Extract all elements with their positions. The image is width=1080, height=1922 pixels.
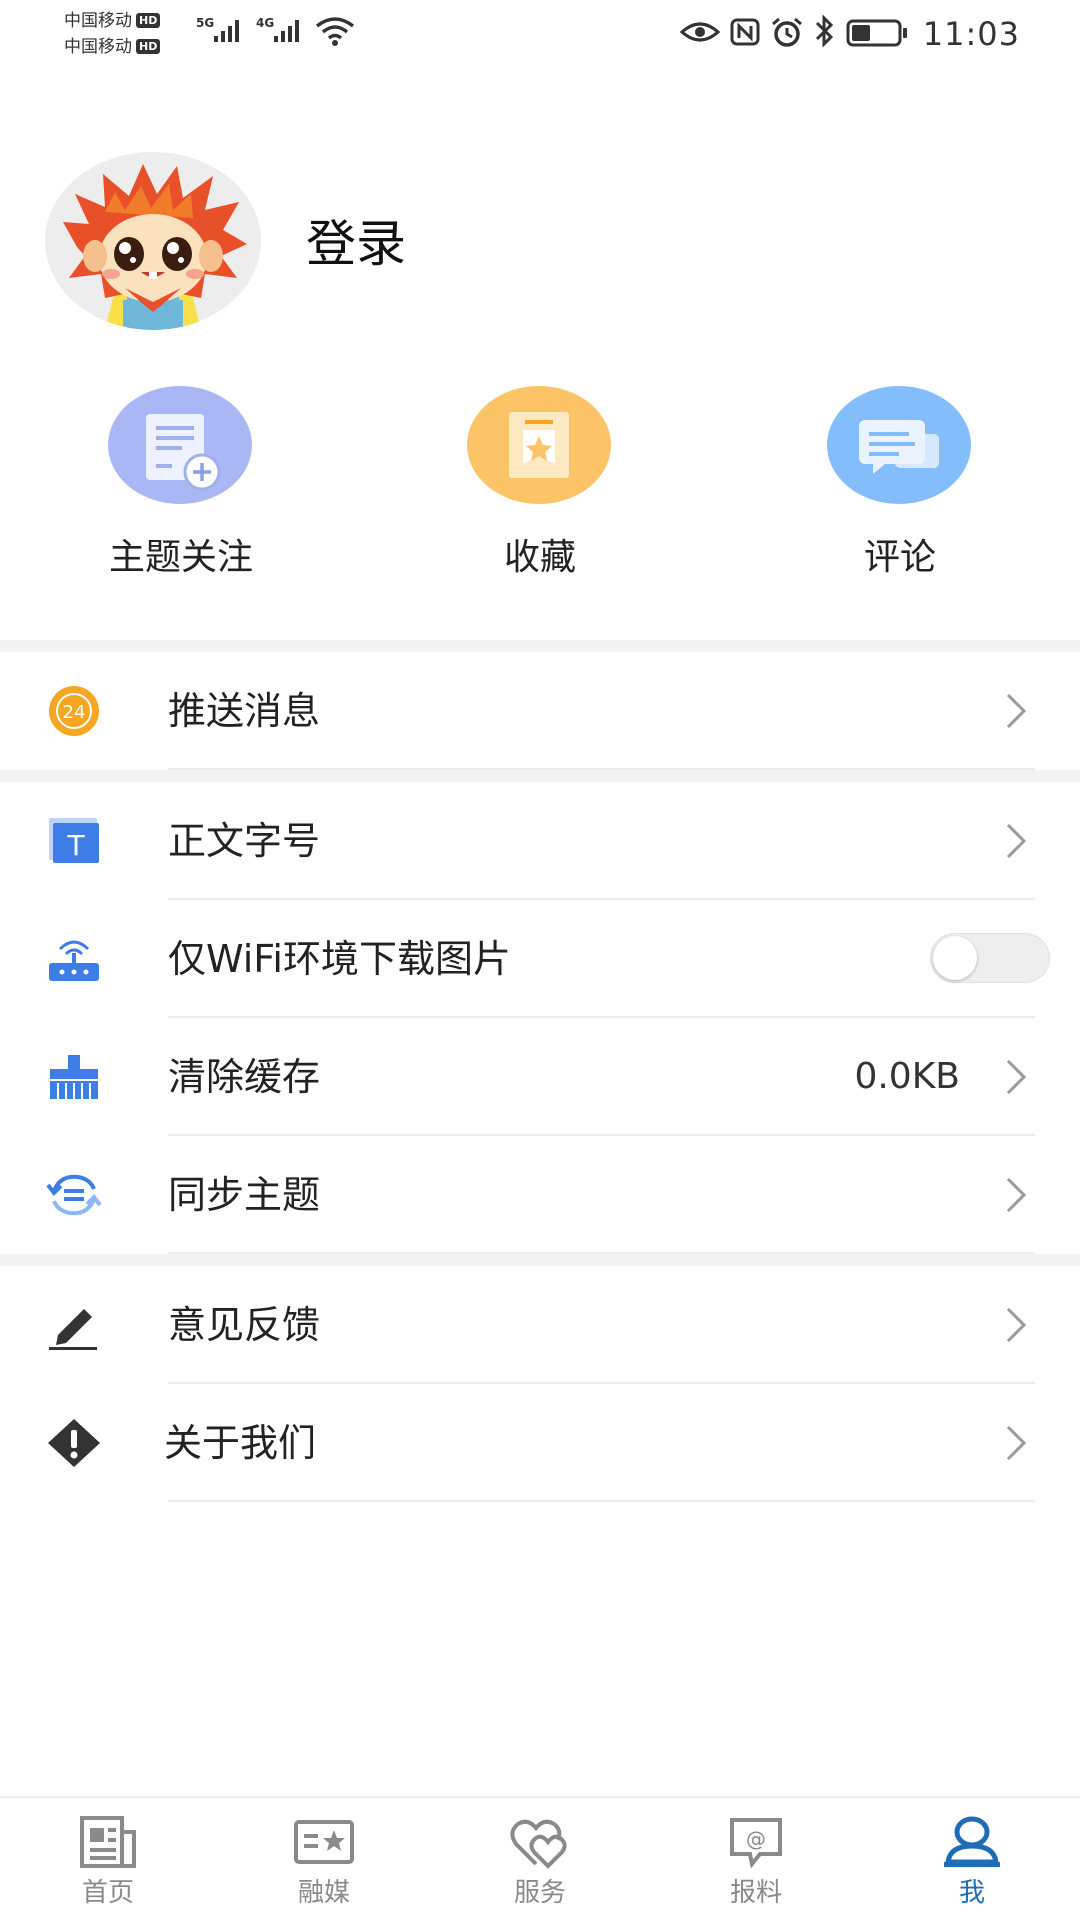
favorites-label: 收藏 [503,537,576,578]
battery-icon [846,19,907,47]
24h-clock-icon: 24 [46,685,102,737]
clock: 11:03 [922,15,1020,53]
about-us-label: 关于我们 [164,1421,317,1465]
carrier-1: 中国移动 HD [64,9,161,33]
status-icons: 11:03 [680,12,1020,54]
media-card-icon [294,1820,354,1864]
push-badge-text: 24 [63,702,86,723]
svg-text:@: @ [746,1827,766,1851]
nav-media[interactable]: 融媒 [216,1812,432,1920]
hd-badge-2: HD [136,39,161,54]
feedback-row[interactable]: 意见反馈 [0,1266,1080,1384]
toggle-knob [933,936,977,980]
favorite-bookmark-icon [467,386,611,504]
row-divider [168,1500,1035,1502]
nfc-icon [730,18,760,46]
chevron-right-icon [1006,823,1027,859]
login-link[interactable]: 登录 [306,212,406,276]
user-profile-icon [944,1816,1000,1867]
router-icon [46,933,102,985]
wifi-only-row: 仅WiFi环境下载图片 [0,900,1080,1018]
nav-home-label: 首页 [81,1878,134,1908]
about-us-row[interactable]: 关于我们 [0,1384,1080,1502]
nav-me[interactable]: 我 [864,1812,1080,1920]
carrier-2: 中国移动 HD [64,35,161,59]
nav-report[interactable]: @ 报料 [648,1812,864,1920]
clear-cache-label: 清除缓存 [168,1055,321,1099]
feedback-label: 意见反馈 [168,1303,321,1347]
broom-icon [46,1051,102,1103]
topic-follow-button[interactable]: 主题关注 [66,386,296,586]
wifi-only-toggle[interactable] [930,933,1050,983]
chevron-right-icon [1006,1307,1027,1343]
nav-services[interactable]: 服务 [432,1812,648,1920]
nav-media-label: 融媒 [297,1878,350,1908]
topic-follow-label: 主题关注 [108,537,253,578]
push-messages-label: 推送消息 [168,689,321,733]
nav-report-label: 报料 [729,1878,782,1908]
chevron-right-icon [1006,1177,1027,1213]
carrier-1-name: 中国移动 [64,11,132,31]
bottom-navigation: 首页 融媒 服务 @ 报料 我 [0,1796,1080,1922]
favorites-button[interactable]: 收藏 [425,386,655,586]
nav-services-label: 服务 [513,1878,566,1908]
chevron-right-icon [1006,1059,1027,1095]
sync-topics-label: 同步主题 [168,1173,321,1217]
push-messages-row[interactable]: 24 推送消息 [0,652,1080,770]
bluetooth-icon [815,14,834,48]
newspaper-icon [80,1816,136,1868]
section-divider [0,1254,1080,1266]
topic-follow-icon [108,386,252,504]
warning-diamond-icon [46,1417,102,1469]
text-size-icon: T [46,815,102,867]
comments-button[interactable]: 评论 [785,386,1015,586]
section-divider [0,640,1080,652]
font-size-row[interactable]: T 正文字号 [0,782,1080,900]
signal-icon [214,20,239,42]
cache-size-value: 0.0KB [854,1056,960,1097]
cartoon-lion-avatar-icon [63,164,247,330]
comments-label: 评论 [863,537,936,578]
hd-badge-1: HD [136,13,161,28]
wifi-icon [315,17,355,46]
pencil-icon [46,1299,102,1351]
nav-me-label: 我 [958,1878,985,1908]
heart-service-icon [510,1819,567,1869]
at-chat-icon: @ [730,1818,782,1869]
alarm-icon [772,17,802,47]
clear-cache-row[interactable]: 清除缓存 0.0KB [0,1018,1080,1136]
status-bar: 中国移动 HD 中国移动 HD 5G 4G 11:03 [0,0,1080,66]
chevron-right-icon [1006,693,1027,729]
font-size-label: 正文字号 [168,819,321,863]
text-size-glyph: T [66,829,85,862]
section-divider [0,770,1080,782]
carrier-2-name: 中国移动 [64,37,132,57]
sync-icon [46,1169,102,1221]
sync-topics-row[interactable]: 同步主题 [0,1136,1080,1254]
signal-icon-2 [274,20,299,42]
comment-bubbles-icon [827,386,971,504]
chevron-right-icon [1006,1425,1027,1461]
eye-icon [680,22,720,42]
avatar[interactable] [45,152,261,330]
nav-home[interactable]: 首页 [0,1812,216,1920]
wifi-only-label: 仅WiFi环境下载图片 [168,937,511,981]
